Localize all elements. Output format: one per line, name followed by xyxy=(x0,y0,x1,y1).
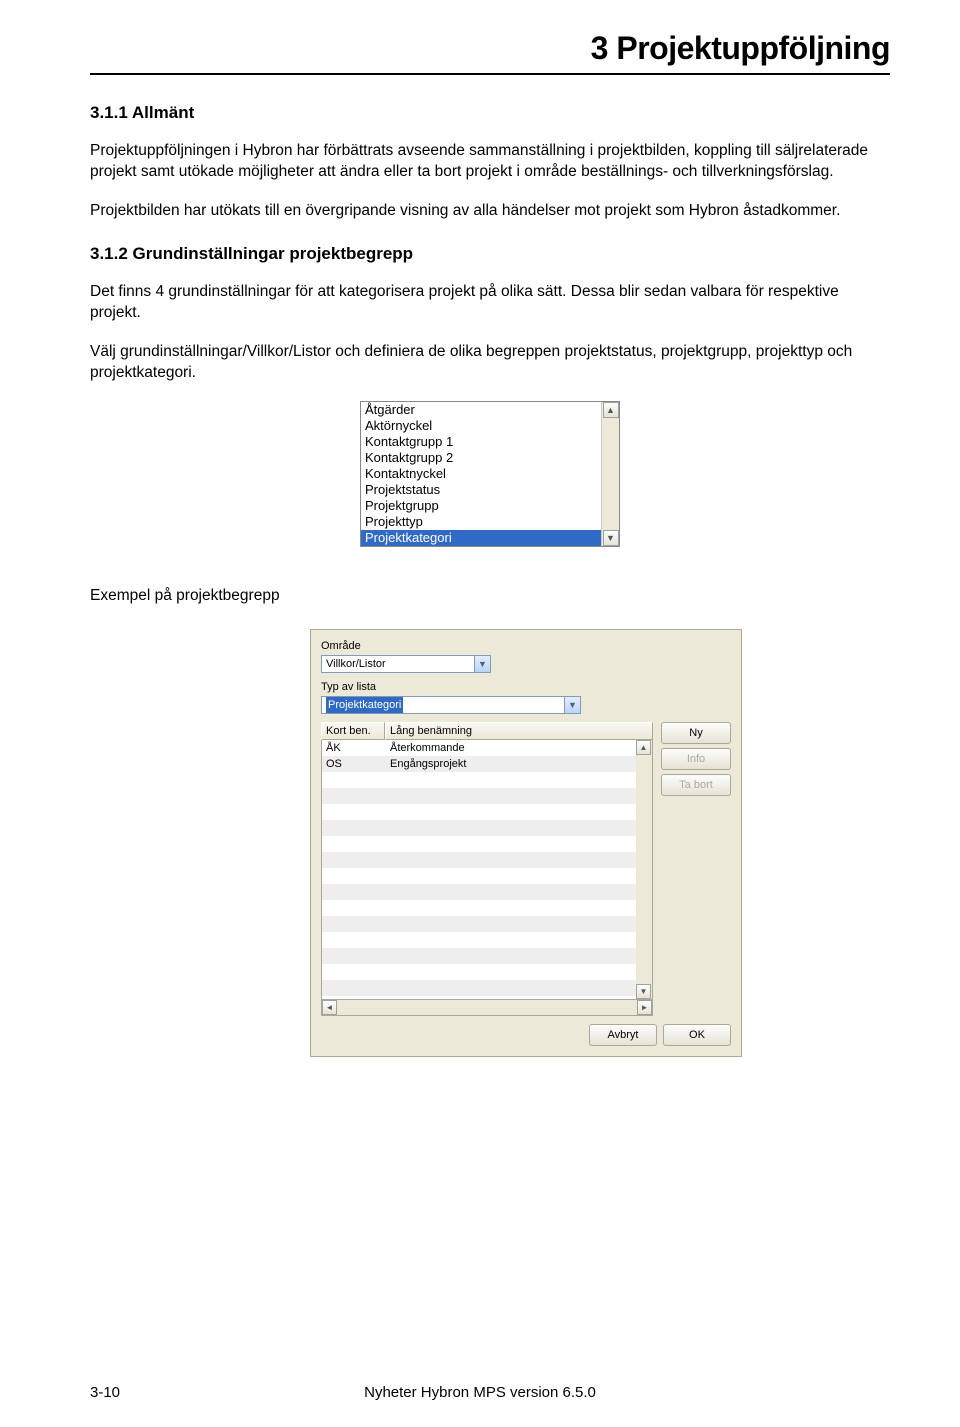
table-row[interactable] xyxy=(322,772,652,788)
paragraph: Det finns 4 grundinställningar för att k… xyxy=(90,282,890,324)
list-item[interactable]: Projekttyp xyxy=(361,514,601,530)
table-row[interactable] xyxy=(322,852,652,868)
settings-dialog: Område Villkor/Listor ▼ Typ av lista Pro… xyxy=(310,629,742,1057)
chapter-title: 3 Projektuppföljning xyxy=(591,30,890,66)
list-item[interactable]: Projektgrupp xyxy=(361,498,601,514)
table-row[interactable] xyxy=(322,836,652,852)
chevron-down-icon[interactable]: ▼ xyxy=(475,655,491,673)
delete-button: Ta bort xyxy=(661,774,731,796)
section-heading-311: 3.1.1 Allmänt xyxy=(90,103,890,123)
chevron-down-icon[interactable]: ▼ xyxy=(565,696,581,714)
listbox-scrollbar[interactable]: ▲ ▼ xyxy=(601,402,619,546)
typ-label: Typ av lista xyxy=(321,681,731,693)
table-row[interactable] xyxy=(322,804,652,820)
paragraph: Välj grundinställningar/Villkor/Listor o… xyxy=(90,342,890,384)
table-v-scrollbar[interactable]: ▲ ▼ xyxy=(636,740,652,999)
typ-value: Projektkategori xyxy=(326,697,403,713)
table-row[interactable] xyxy=(322,916,652,932)
section-heading-312: 3.1.2 Grundinställningar projektbegrepp xyxy=(90,244,890,264)
category-listbox[interactable]: ÅtgärderAktörnyckelKontaktgrupp 1Kontakt… xyxy=(360,401,620,547)
ok-button[interactable]: OK xyxy=(663,1024,731,1046)
scroll-right-icon[interactable]: ► xyxy=(637,1000,652,1015)
omrade-select[interactable]: Villkor/Listor ▼ xyxy=(321,655,491,673)
table-row[interactable] xyxy=(322,980,652,996)
list-item[interactable]: Åtgärder xyxy=(361,402,601,418)
table-h-scrollbar[interactable]: ◄ ► xyxy=(321,1000,653,1016)
table-header-kort[interactable]: Kort ben. xyxy=(321,722,385,740)
list-item[interactable]: Kontaktgrupp 1 xyxy=(361,434,601,450)
list-item[interactable]: Projektstatus xyxy=(361,482,601,498)
table-row[interactable]: OSEngångsprojekt xyxy=(322,756,652,772)
table-row[interactable] xyxy=(322,788,652,804)
scroll-up-icon[interactable]: ▲ xyxy=(603,402,619,418)
typ-select[interactable]: Projektkategori ▼ xyxy=(321,696,581,714)
omrade-label: Område xyxy=(321,640,731,652)
table-row[interactable] xyxy=(322,868,652,884)
table-row[interactable] xyxy=(322,900,652,916)
header-rule xyxy=(90,73,890,75)
footer-center: Nyheter Hybron MPS version 6.5.0 xyxy=(0,1384,960,1401)
list-item[interactable]: Projektkategori xyxy=(361,530,601,546)
scroll-left-icon[interactable]: ◄ xyxy=(322,1000,337,1015)
table-header-lang[interactable]: Lång benämning xyxy=(385,722,653,740)
scroll-down-icon[interactable]: ▼ xyxy=(636,984,651,999)
list-item[interactable]: Aktörnyckel xyxy=(361,418,601,434)
list-item[interactable]: Kontaktgrupp 2 xyxy=(361,450,601,466)
paragraph: Projektbilden har utökats till en övergr… xyxy=(90,201,890,222)
new-button[interactable]: Ny xyxy=(661,722,731,744)
table-row[interactable]: ÅKÅterkommande xyxy=(322,740,652,756)
scroll-up-icon[interactable]: ▲ xyxy=(636,740,651,755)
table-row[interactable] xyxy=(322,932,652,948)
table-row[interactable] xyxy=(322,948,652,964)
table-row[interactable] xyxy=(322,884,652,900)
scroll-down-icon[interactable]: ▼ xyxy=(603,530,619,546)
table-row[interactable] xyxy=(322,964,652,980)
list-item[interactable]: Kontaktnyckel xyxy=(361,466,601,482)
cancel-button[interactable]: Avbryt xyxy=(589,1024,657,1046)
info-button: Info xyxy=(661,748,731,770)
paragraph: Projektuppföljningen i Hybron har förbät… xyxy=(90,141,890,183)
example-label: Exempel på projektbegrepp xyxy=(90,587,890,605)
table-row[interactable] xyxy=(322,820,652,836)
omrade-value: Villkor/Listor xyxy=(326,656,386,672)
